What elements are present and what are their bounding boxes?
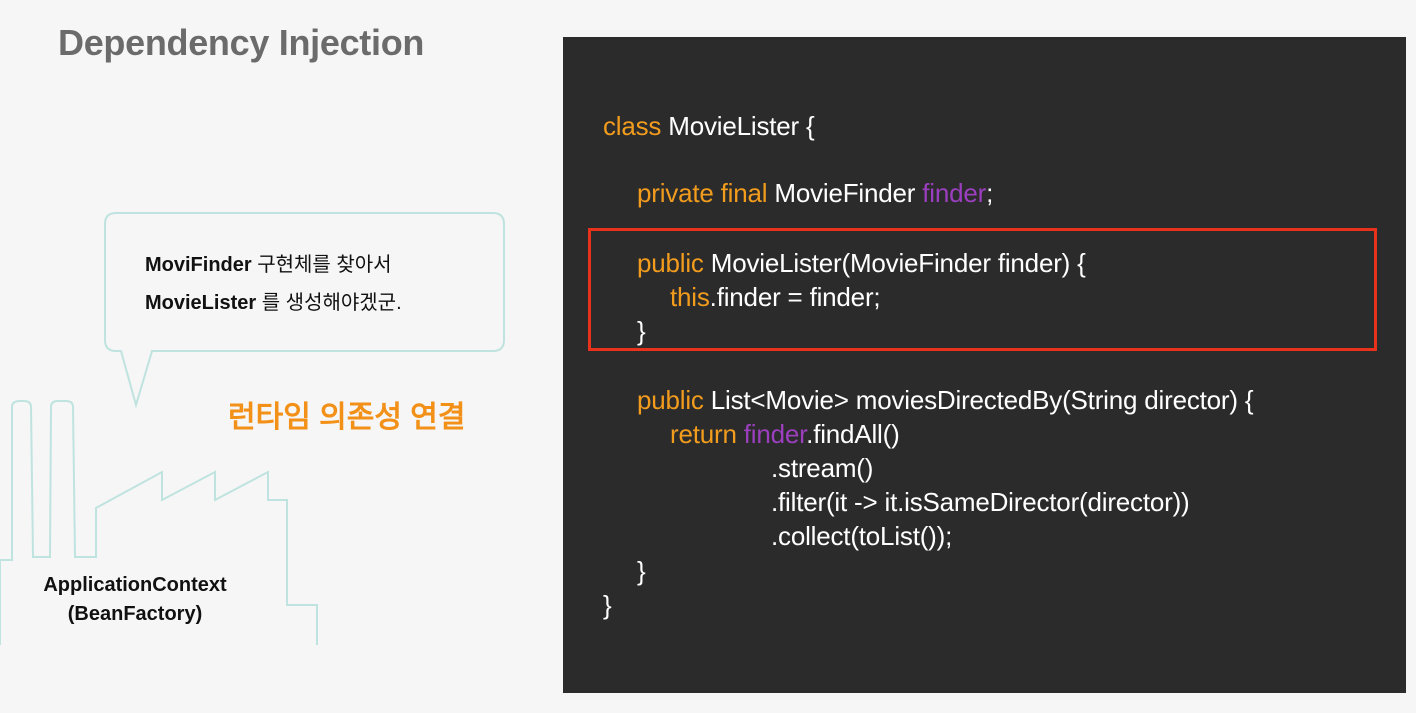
bubble-line-2: MovieLister 를 생성해야겠군. — [145, 284, 402, 322]
runtime-dependency-label: 런타임 의존성 연결 — [228, 401, 466, 434]
code-keyword: private final — [637, 178, 768, 208]
factory-label: ApplicationContext (BeanFactory) — [14, 571, 256, 629]
code-line-collect: .collect(toList()); — [771, 521, 953, 551]
code-text: MovieFinder — [767, 178, 923, 208]
code-line-class-close: } — [603, 590, 612, 620]
code-text: .findAll() — [806, 419, 900, 449]
code-line-stream: .stream() — [771, 453, 874, 483]
code-keyword: public — [637, 385, 704, 415]
code-line-method-close: } — [637, 556, 646, 586]
code-keyword: return — [670, 419, 737, 449]
factory-label-line-2: (BeanFactory) — [67, 603, 203, 625]
bubble-line-1: MoviFinder 구현체를 찾아서 — [145, 246, 402, 284]
code-keyword: class — [603, 111, 662, 141]
bubble-line-1-rest: 구현체를 찾아서 — [251, 254, 392, 276]
code-text: MovieLister { — [661, 111, 815, 141]
code-line-return: return finder.findAll() — [670, 418, 900, 450]
bubble-line-1-bold: MoviFinder — [145, 254, 252, 276]
constructor-highlight-box — [588, 228, 1377, 351]
code-line-class-decl: class MovieLister { — [603, 110, 815, 142]
code-text: List<Movie> moviesDirectedBy(String dire… — [703, 385, 1254, 415]
code-field-name: finder — [743, 419, 807, 449]
bubble-line-2-bold: MovieLister — [145, 292, 257, 314]
code-field-name: finder — [922, 178, 987, 208]
code-text: ; — [986, 178, 994, 208]
code-line-method-decl: public List<Movie> moviesDirectedBy(Stri… — [637, 384, 1254, 416]
code-line-filter: .filter(it -> it.isSameDirector(director… — [771, 487, 1190, 517]
code-line-field-decl: private final MovieFinder finder; — [637, 177, 993, 209]
bubble-message: MoviFinder 구현체를 찾아서 MovieLister 를 생성해야겠군… — [145, 246, 402, 322]
factory-label-line-1: ApplicationContext — [43, 574, 227, 596]
slide: Dependency Injection MoviFinder 구현체를 찾아서… — [0, 0, 1416, 713]
bubble-line-2-rest: 를 생성해야겠군. — [256, 292, 402, 314]
